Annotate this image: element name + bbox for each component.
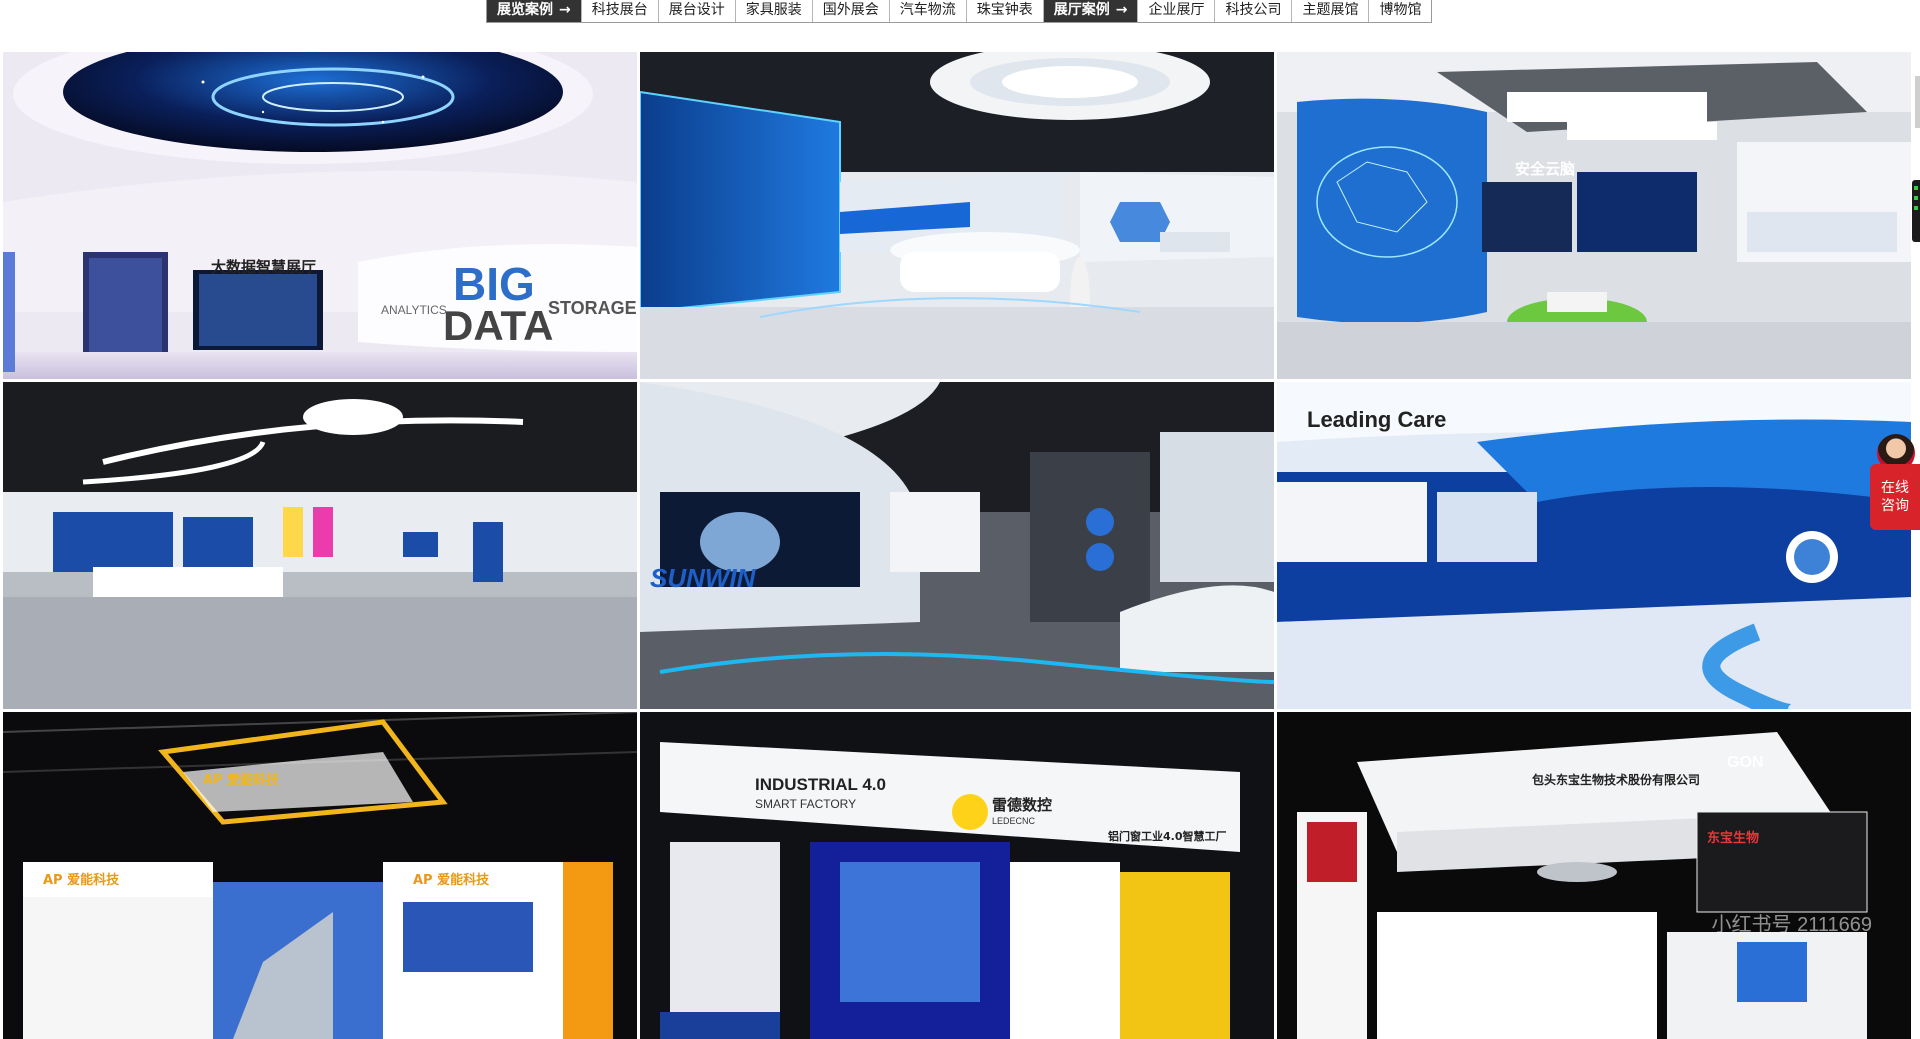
cat-overseas-shows[interactable]: 国外展会 — [812, 0, 890, 22]
svg-text:INDUSTRIAL 4.0: INDUSTRIAL 4.0 — [755, 775, 886, 794]
product-hall-image — [3, 382, 637, 709]
cat-furniture-apparel[interactable]: 家具服装 — [735, 0, 813, 22]
corner-watermark: 小红书号 2111669 — [1711, 914, 1872, 936]
svg-text:GON: GON — [1727, 754, 1763, 771]
consult-line-1: 在线 — [1881, 480, 1909, 496]
case-tile-reception[interactable] — [640, 52, 1274, 379]
dongbao-booth-image: 包头东宝生物技术股份有限公司 GON 东宝生物 — [1277, 712, 1911, 1039]
ledecnc-booth-image: INDUSTRIAL 4.0 SMART FACTORY 雷德数控 LEDECN… — [640, 712, 1274, 1039]
svg-text:SUNWIN: SUNWIN — [650, 563, 757, 593]
cat-tech-booth[interactable]: 科技展台 — [581, 0, 659, 22]
svg-text:SMART FACTORY: SMART FACTORY — [755, 797, 856, 811]
cat-museum[interactable]: 博物馆 — [1369, 0, 1432, 22]
svg-text:ANALYTICS: ANALYTICS — [381, 303, 447, 317]
svg-text:铝门窗工业4.0智慧工厂: 铝门窗工业4.0智慧工厂 — [1108, 829, 1227, 843]
svg-text:雷德数控: 雷德数控 — [992, 796, 1052, 814]
consult-button[interactable]: 在线 咨询 — [1870, 464, 1920, 530]
cat-exhibition-cases[interactable]: 展览案例 → — [487, 0, 582, 22]
bigdata-hall-image: 大数据智慧展厅 BIG DATA STORAGE ANALYTICS — [3, 52, 637, 379]
consult-line-2: 咨询 — [1881, 498, 1909, 514]
cat-theme-pavilion[interactable]: 主题展馆 — [1292, 0, 1370, 22]
side-toolbar-tab[interactable] — [1912, 180, 1920, 242]
case-tile-sunwin[interactable]: SUNWIN — [640, 382, 1274, 709]
sunwin-hall-image: SUNWIN — [640, 382, 1274, 709]
scrollbar-thumb[interactable] — [1915, 76, 1920, 128]
online-consult-widget[interactable]: 在线 咨询 — [1870, 434, 1920, 530]
leading-care-hall-image: Leading Care — [1277, 382, 1911, 709]
svg-text:包头东宝生物技术股份有限公司: 包头东宝生物技术股份有限公司 — [1531, 772, 1700, 787]
case-gallery: 大数据智慧展厅 BIG DATA STORAGE ANALYTICS 安全云脑 … — [3, 52, 1911, 1039]
svg-text:AP 爱能科技: AP 爱能科技 — [203, 772, 280, 788]
ap-booth-image: AP 爱能科技 AP 爱能科技 AP 爱能科技 — [3, 712, 637, 1039]
case-tile-cloud[interactable]: 安全云脑 — [1277, 52, 1911, 379]
svg-text:安全云脑: 安全云脑 — [1515, 160, 1575, 178]
svg-text:LEDECNC: LEDECNC — [992, 816, 1036, 826]
cat-corporate-showroom[interactable]: 企业展厅 — [1138, 0, 1216, 22]
svg-text:AP 爱能科技: AP 爱能科技 — [413, 872, 490, 888]
case-tile-dongbao-booth[interactable]: 包头东宝生物技术股份有限公司 GON 东宝生物 — [1277, 712, 1911, 1039]
svg-text:DATA: DATA — [443, 302, 553, 349]
case-tile-ap-booth[interactable]: AP 爱能科技 AP 爱能科技 AP 爱能科技 — [3, 712, 637, 1039]
cat-jewelry-watches[interactable]: 珠宝钟表 — [966, 0, 1044, 22]
svg-text:AP 爱能科技: AP 爱能科技 — [43, 872, 120, 888]
cat-auto-logistics[interactable]: 汽车物流 — [889, 0, 967, 22]
cat-tech-company[interactable]: 科技公司 — [1215, 0, 1293, 22]
cat-booth-design[interactable]: 展台设计 — [658, 0, 736, 22]
cloud-hall-image: 安全云脑 — [1277, 52, 1911, 379]
reception-hall-image — [640, 52, 1274, 379]
svg-text:Leading Care: Leading Care — [1307, 407, 1446, 432]
case-tile-ledecnc-booth[interactable]: INDUSTRIAL 4.0 SMART FACTORY 雷德数控 LEDECN… — [640, 712, 1274, 1039]
svg-text:大数据智慧展厅: 大数据智慧展厅 — [211, 258, 316, 276]
case-tile-bigdata[interactable]: 大数据智慧展厅 BIG DATA STORAGE ANALYTICS — [3, 52, 637, 379]
category-nav: 展览案例 → 科技展台 展台设计 家具服装 国外展会 汽车物流 珠宝钟表 展厅案例… — [486, 0, 1433, 23]
svg-text:东宝生物: 东宝生物 — [1707, 830, 1759, 846]
case-tile-leadingcare[interactable]: Leading Care — [1277, 382, 1911, 709]
svg-text:STORAGE: STORAGE — [548, 298, 637, 318]
case-tile-product[interactable] — [3, 382, 637, 709]
cat-showroom-cases[interactable]: 展厅案例 → — [1043, 0, 1139, 22]
